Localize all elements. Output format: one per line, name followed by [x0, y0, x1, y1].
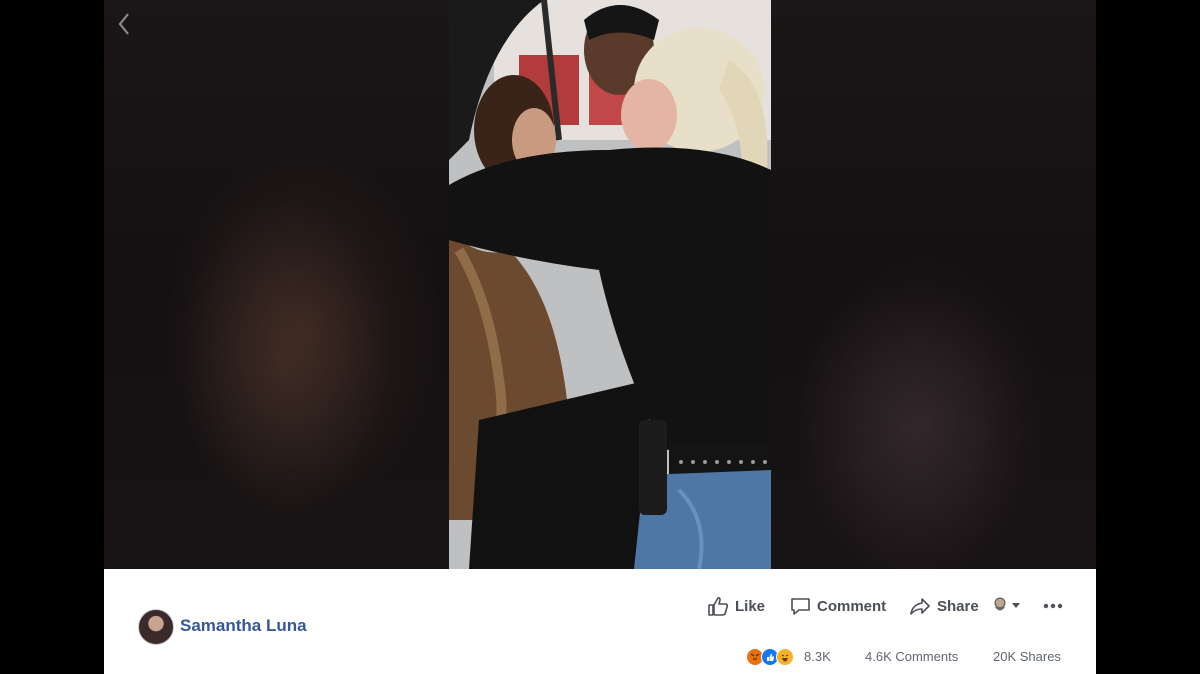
video-player[interactable]: [449, 0, 771, 569]
like-button[interactable]: Like: [707, 595, 765, 617]
comment-button[interactable]: Comment: [790, 595, 886, 617]
comment-label: Comment: [817, 597, 887, 615]
blurred-background-left: [104, 0, 449, 569]
haha-reaction-icon: [776, 648, 794, 666]
photo-viewer: [104, 0, 1096, 569]
share-arrow-icon: [910, 597, 930, 615]
more-options-icon: [1043, 603, 1063, 609]
chevron-left-icon: [118, 13, 129, 35]
comment-bubble-icon: [791, 597, 810, 615]
reaction-count[interactable]: 8.3K: [804, 649, 831, 664]
comments-count-link[interactable]: 4.6K Comments: [865, 649, 958, 664]
avatar[interactable]: [138, 609, 174, 645]
reaction-summary[interactable]: [746, 648, 794, 666]
audience-selector[interactable]: [992, 595, 1024, 617]
thumbs-up-icon: [708, 596, 729, 616]
author-name-link[interactable]: Samantha Luna: [180, 616, 307, 636]
shares-count-link[interactable]: 20K Shares: [993, 649, 1061, 664]
blurred-background-right: [771, 0, 1096, 569]
share-button[interactable]: Share: [909, 595, 979, 617]
audience-selector-icon: [994, 597, 1020, 611]
back-button[interactable]: [112, 10, 136, 38]
video-frame-image: [449, 0, 771, 569]
more-options-button[interactable]: [1042, 595, 1064, 617]
like-label: Like: [735, 597, 766, 615]
share-label: Share: [937, 597, 979, 615]
post-footer-bar: Samantha Luna Like Comment Share 8.3K 4.…: [104, 569, 1096, 674]
